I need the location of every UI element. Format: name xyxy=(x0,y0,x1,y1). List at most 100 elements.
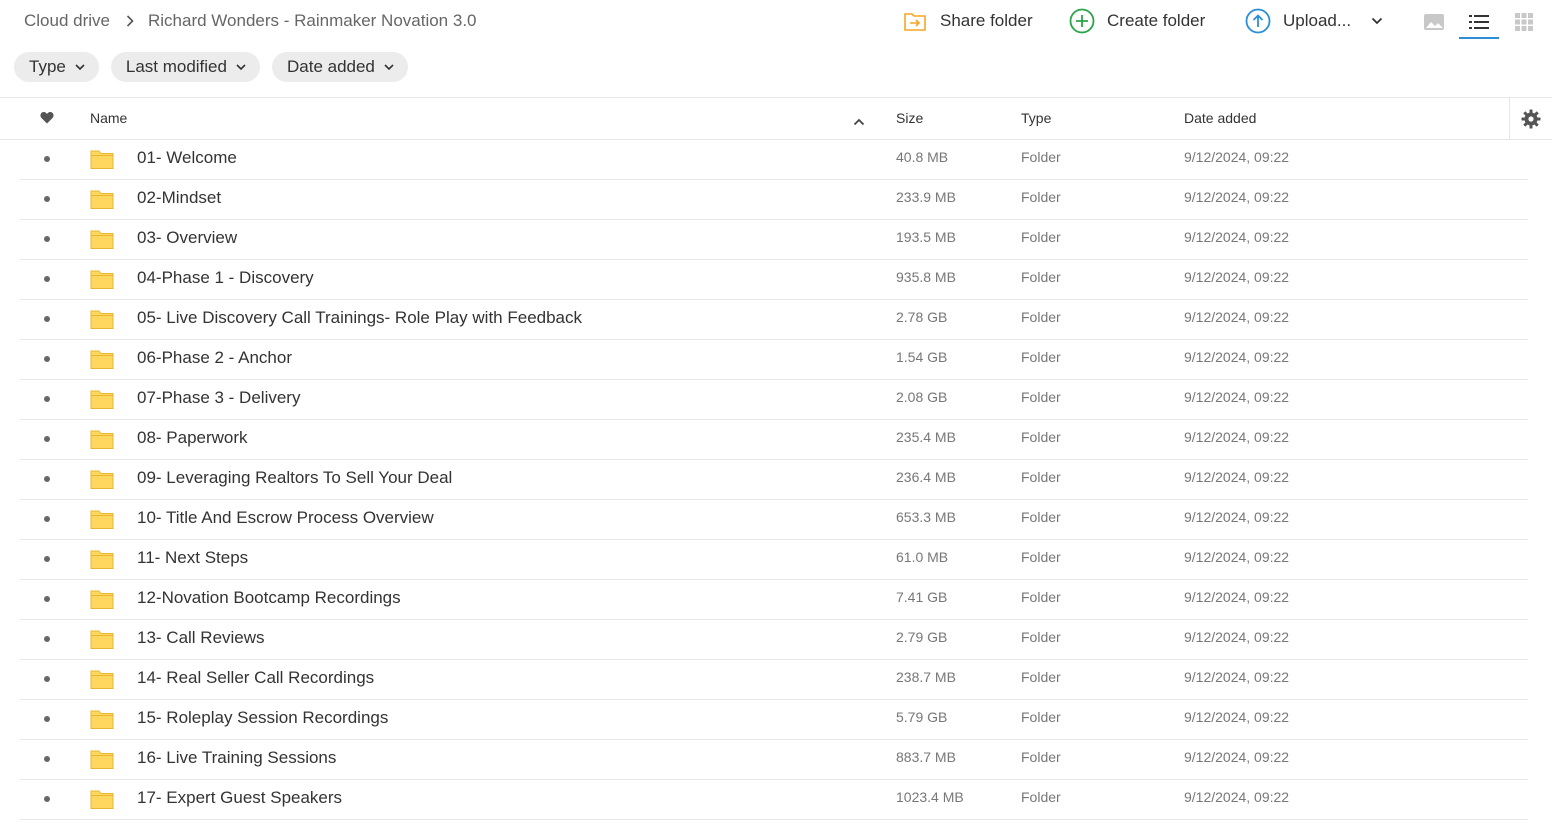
row-name: 08- Paperwork xyxy=(137,428,248,447)
row-date: 9/12/2024, 09:22 xyxy=(1184,709,1290,725)
row-date: 9/12/2024, 09:22 xyxy=(1184,629,1290,645)
chevron-down-icon xyxy=(75,63,85,71)
row-size: 238.7 MB xyxy=(896,669,956,685)
row-type: Folder xyxy=(1021,229,1061,245)
table-row[interactable]: 01- Welcome 40.8 MB Folder 9/12/2024, 09… xyxy=(20,140,1528,180)
row-date: 9/12/2024, 09:22 xyxy=(1184,589,1290,605)
create-folder-label: Create folder xyxy=(1107,11,1206,30)
folder-icon xyxy=(90,668,114,690)
row-type: Folder xyxy=(1021,389,1061,405)
list-view-icon[interactable] xyxy=(1459,10,1499,39)
row-size: 2.79 GB xyxy=(896,629,948,645)
folder-icon xyxy=(90,388,114,410)
row-date: 9/12/2024, 09:22 xyxy=(1184,429,1290,445)
heart-icon[interactable] xyxy=(40,111,54,127)
table-row[interactable]: 11- Next Steps 61.0 MB Folder 9/12/2024,… xyxy=(20,540,1528,580)
status-dot xyxy=(44,756,50,762)
row-name: 15- Roleplay Session Recordings xyxy=(137,708,389,727)
row-date: 9/12/2024, 09:22 xyxy=(1184,349,1290,365)
table-row[interactable]: 09- Leveraging Realtors To Sell Your Dea… xyxy=(20,460,1528,500)
row-type: Folder xyxy=(1021,189,1061,205)
filter-bar: Type Last modified Date added xyxy=(14,52,408,82)
row-size: 1023.4 MB xyxy=(896,789,964,805)
file-list: 01- Welcome 40.8 MB Folder 9/12/2024, 09… xyxy=(20,140,1528,820)
row-name: 11- Next Steps xyxy=(137,548,249,567)
filter-date-added[interactable]: Date added xyxy=(271,52,408,82)
folder-icon xyxy=(90,628,114,650)
thumbnail-view-icon[interactable] xyxy=(1422,10,1446,34)
table-row[interactable]: 13- Call Reviews 2.79 GB Folder 9/12/202… xyxy=(20,620,1528,660)
row-date: 9/12/2024, 09:22 xyxy=(1184,469,1290,485)
column-settings-button[interactable] xyxy=(1509,98,1552,139)
row-size: 235.4 MB xyxy=(896,429,956,445)
table-row[interactable]: 12-Novation Bootcamp Recordings 7.41 GB … xyxy=(20,580,1528,620)
row-name: 07-Phase 3 - Delivery xyxy=(137,388,301,407)
status-dot xyxy=(44,556,50,562)
row-name: 06-Phase 2 - Anchor xyxy=(137,348,292,367)
folder-icon xyxy=(90,308,114,330)
status-dot xyxy=(44,516,50,522)
row-size: 5.79 GB xyxy=(896,709,948,725)
table-row[interactable]: 10- Title And Escrow Process Overview 65… xyxy=(20,500,1528,540)
row-date: 9/12/2024, 09:22 xyxy=(1184,149,1290,165)
row-size: 935.8 MB xyxy=(896,269,956,285)
table-row[interactable]: 15- Roleplay Session Recordings 5.79 GB … xyxy=(20,700,1528,740)
row-date: 9/12/2024, 09:22 xyxy=(1184,229,1290,245)
table-row[interactable]: 17- Expert Guest Speakers 1023.4 MB Fold… xyxy=(20,780,1528,820)
folder-icon xyxy=(90,228,114,250)
status-dot xyxy=(44,796,50,802)
row-type: Folder xyxy=(1021,509,1061,525)
row-name: 02-Mindset xyxy=(137,188,222,207)
sort-ascending-icon[interactable] xyxy=(853,113,865,129)
status-dot xyxy=(44,156,50,162)
row-name: 13- Call Reviews xyxy=(137,628,265,647)
table-row[interactable]: 08- Paperwork 235.4 MB Folder 9/12/2024,… xyxy=(20,420,1528,460)
chevron-down-icon[interactable] xyxy=(1371,17,1383,25)
table-row[interactable]: 14- Real Seller Call Recordings 238.7 MB… xyxy=(20,660,1528,700)
top-bar: Cloud drive Richard Wonders - Rainmaker … xyxy=(0,0,1552,44)
column-header-size[interactable]: Size xyxy=(896,110,923,126)
table-row[interactable]: 03- Overview 193.5 MB Folder 9/12/2024, … xyxy=(20,220,1528,260)
row-size: 7.41 GB xyxy=(896,589,948,605)
table-row[interactable]: 06-Phase 2 - Anchor 1.54 GB Folder 9/12/… xyxy=(20,340,1528,380)
folder-icon xyxy=(90,348,114,370)
create-folder-button[interactable]: Create folder xyxy=(1069,8,1205,34)
row-date: 9/12/2024, 09:22 xyxy=(1184,749,1290,765)
table-row[interactable]: 07-Phase 3 - Delivery 2.08 GB Folder 9/1… xyxy=(20,380,1528,420)
share-folder-icon xyxy=(902,8,928,34)
row-size: 40.8 MB xyxy=(896,149,949,165)
upload-arrow-icon xyxy=(1245,8,1271,34)
row-size: 2.08 GB xyxy=(896,389,948,405)
folder-icon xyxy=(90,508,114,530)
row-type: Folder xyxy=(1021,709,1061,725)
filter-type[interactable]: Type xyxy=(14,52,99,82)
table-row[interactable]: 04-Phase 1 - Discovery 935.8 MB Folder 9… xyxy=(20,260,1528,300)
row-name: 04-Phase 1 - Discovery xyxy=(137,268,314,287)
table-row[interactable]: 16- Live Training Sessions 883.7 MB Fold… xyxy=(20,740,1528,780)
upload-button[interactable]: Upload... xyxy=(1245,8,1383,34)
status-dot xyxy=(44,396,50,402)
filter-last-modified[interactable]: Last modified xyxy=(110,52,260,82)
table-row[interactable]: 02-Mindset 233.9 MB Folder 9/12/2024, 09… xyxy=(20,180,1528,220)
row-type: Folder xyxy=(1021,149,1061,165)
chevron-down-icon xyxy=(236,63,246,71)
column-header-type[interactable]: Type xyxy=(1021,110,1051,126)
folder-icon xyxy=(90,708,114,730)
row-size: 1.54 GB xyxy=(896,349,948,365)
column-header-name[interactable]: Name xyxy=(90,110,127,126)
row-type: Folder xyxy=(1021,749,1061,765)
folder-icon xyxy=(90,268,114,290)
row-name: 03- Overview xyxy=(137,228,238,247)
share-folder-button[interactable]: Share folder xyxy=(902,8,1033,34)
row-name: 14- Real Seller Call Recordings xyxy=(137,668,375,687)
folder-icon xyxy=(90,468,114,490)
row-size: 193.5 MB xyxy=(896,229,956,245)
table-row[interactable]: 05- Live Discovery Call Trainings- Role … xyxy=(20,300,1528,340)
row-date: 9/12/2024, 09:22 xyxy=(1184,189,1290,205)
row-type: Folder xyxy=(1021,789,1061,805)
column-header-date-added[interactable]: Date added xyxy=(1184,110,1256,126)
add-circle-icon xyxy=(1069,8,1095,34)
grid-view-icon[interactable] xyxy=(1512,10,1536,34)
gear-icon xyxy=(1521,109,1541,129)
row-size: 233.9 MB xyxy=(896,189,956,205)
